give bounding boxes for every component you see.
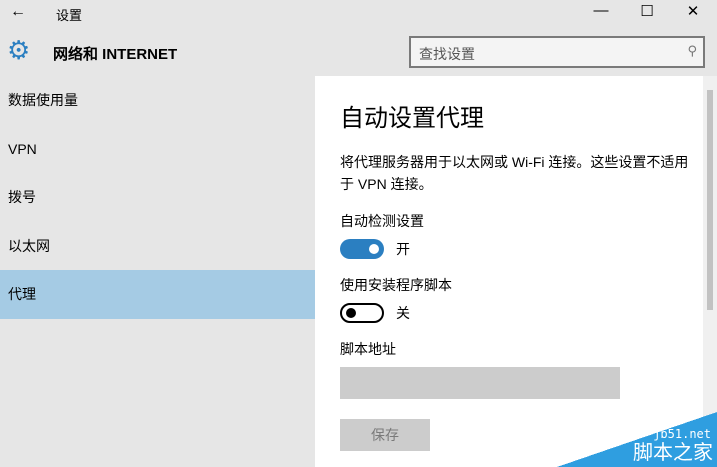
sidebar-item-vpn[interactable]: VPN [0,125,315,174]
save-button[interactable]: 保存 [340,419,430,451]
sidebar-item-proxy[interactable]: 代理 [0,270,315,319]
section-title: 自动设置代理 [340,105,484,132]
setup-script-state: 关 [396,305,410,321]
minimize-button[interactable]: — [586,2,616,19]
setup-script-label: 使用安装程序脚本 [340,277,452,293]
auto-detect-state: 开 [396,241,410,257]
script-address-input[interactable] [340,367,620,399]
sidebar: 数据使用量 VPN 拨号 以太网 代理 [0,76,315,467]
scrollbar-thumb[interactable] [707,90,713,310]
script-address-label: 脚本地址 [340,341,396,357]
title-bar: ← 设置 — ☐ ✕ [0,0,717,26]
setup-script-toggle[interactable] [340,303,384,323]
auto-detect-label: 自动检测设置 [340,213,424,229]
auto-detect-toggle[interactable] [340,239,384,259]
close-button[interactable]: ✕ [678,2,708,20]
window-title: 设置 [56,8,83,23]
back-button[interactable]: ← [10,3,26,21]
maximize-button[interactable]: ☐ [632,2,662,20]
sidebar-item-dialup[interactable]: 拨号 [0,173,315,222]
search-placeholder: 查找设置 [419,46,475,62]
sidebar-item-data-usage[interactable]: 数据使用量 [0,76,315,125]
search-input[interactable]: 查找设置 ⚲ [409,36,705,68]
section-description: 将代理服务器用于以太网或 Wi-Fi 连接。这些设置不适用于 VPN 连接。 [340,154,689,192]
page-title: 网络和 INTERNET [53,46,178,63]
header: ⚙ 网络和 INTERNET 查找设置 ⚲ [0,26,717,76]
content-pane: 自动设置代理 将代理服务器用于以太网或 Wi-Fi 连接。这些设置不适用于 VP… [315,76,703,467]
watermark: jb51.net 脚本之家 [557,412,717,467]
watermark-name: 脚本之家 [633,442,713,464]
gear-icon: ⚙ [7,35,31,65]
search-icon: ⚲ [687,43,697,58]
sidebar-item-ethernet[interactable]: 以太网 [0,222,315,271]
scrollbar[interactable] [703,76,717,467]
